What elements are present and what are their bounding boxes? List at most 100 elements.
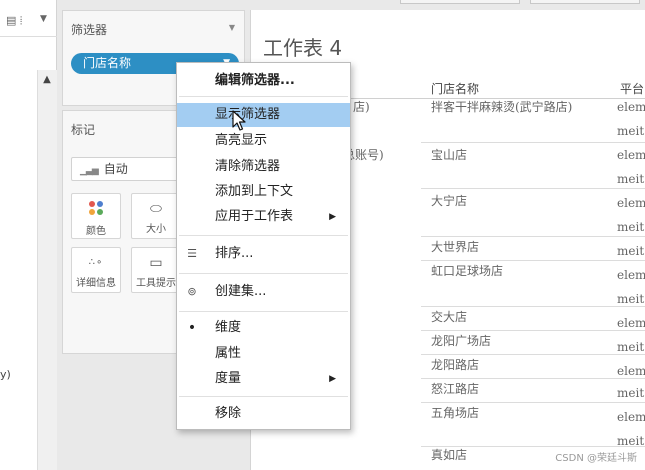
menu-item-dimension[interactable]: • 维度 xyxy=(177,316,350,340)
divider xyxy=(0,36,57,37)
store-name-cell[interactable]: 交大店 xyxy=(431,308,467,325)
store-name-cell[interactable]: 拌客干拌麻辣烫(武宁路店) xyxy=(431,98,572,115)
menu-item-sort[interactable]: ☰ 排序... xyxy=(177,242,350,266)
menu-item-label: 添加到上下文 xyxy=(215,184,294,199)
store-name-cell[interactable]: 龙阳广场店 xyxy=(431,332,491,349)
store-name-cell[interactable]: 怒江路店 xyxy=(431,380,479,397)
row-divider xyxy=(421,378,645,379)
color-button[interactable]: 颜色 xyxy=(71,193,121,239)
row-divider xyxy=(421,236,645,237)
platform-cell[interactable]: meit xyxy=(617,172,644,186)
menu-item-label: 创建集... xyxy=(215,284,267,299)
menu-item-remove[interactable]: 移除 xyxy=(177,402,350,426)
column-header-platform[interactable]: 平台 xyxy=(620,80,644,97)
platform-cell[interactable]: meit xyxy=(617,220,644,234)
sheet-tab[interactable] xyxy=(400,0,520,4)
submenu-arrow-icon: ▶ xyxy=(329,374,336,384)
filter-pill-label: 门店名称 xyxy=(83,56,132,70)
sheet-tab[interactable] xyxy=(530,0,640,4)
platform-cell[interactable]: meit xyxy=(617,292,644,306)
menu-item-label: 编辑筛选器... xyxy=(215,73,295,88)
scroll-up-icon[interactable]: ▲ xyxy=(37,70,57,90)
watermark-text: CSDN @荣廷斗斯 xyxy=(555,453,637,464)
tooltip-button-label: 工具提示 xyxy=(136,278,176,289)
detail-icon: ∴∘ xyxy=(88,257,104,268)
menu-item-edit-filter[interactable]: 编辑筛选器... xyxy=(177,69,350,93)
chevron-down-icon[interactable]: ▼ xyxy=(229,23,235,32)
submenu-arrow-icon: ▶ xyxy=(329,212,336,222)
row-divider xyxy=(421,260,645,261)
menu-item-highlight[interactable]: 高亮显示 xyxy=(177,129,350,153)
menu-divider xyxy=(179,311,348,312)
menu-item-label: 度量 xyxy=(215,371,242,386)
row-divider xyxy=(421,306,645,307)
worksheet-title: 工作表 4 xyxy=(263,36,343,60)
menu-item-label: 高亮显示 xyxy=(215,133,268,148)
mark-type-select[interactable]: ▁▃▅ 自动 xyxy=(71,157,191,181)
row-divider xyxy=(421,142,645,143)
row-divider xyxy=(421,330,645,331)
menu-divider xyxy=(179,96,348,97)
menu-item-label: 排序... xyxy=(215,246,254,261)
menu-item-add-to-context[interactable]: 添加到上下文 xyxy=(177,180,350,204)
marks-card-title: 标记 xyxy=(71,123,96,137)
store-name-cell[interactable]: 大宁店 xyxy=(431,192,467,209)
size-button-label: 大小 xyxy=(146,224,166,235)
platform-cell[interactable]: elem xyxy=(617,148,645,162)
menu-item-create-set[interactable]: ⊚ 创建集... xyxy=(177,280,350,304)
store-name-cell[interactable]: 大世界店 xyxy=(431,238,479,255)
menu-item-label: 移除 xyxy=(215,406,242,421)
data-pane: ▤ ⦙ ▼ ▲ y) xyxy=(0,0,57,470)
store-name-cell[interactable]: 真如店 xyxy=(431,446,467,463)
menu-item-attribute[interactable]: 属性 xyxy=(177,342,350,366)
list-view-icon[interactable]: ▤ ⦙ xyxy=(6,14,22,28)
scrollbar[interactable] xyxy=(37,70,57,470)
bar-chart-icon: ▁▃▅ xyxy=(80,166,99,176)
menu-item-measure[interactable]: 度量 ▶ xyxy=(177,367,350,391)
menu-item-apply-to-worksheets[interactable]: 应用于工作表 ▶ xyxy=(177,205,350,229)
detail-button[interactable]: ∴∘ 详细信息 xyxy=(71,247,121,293)
platform-cell[interactable]: elem xyxy=(617,268,645,282)
color-icon xyxy=(89,201,103,215)
row-divider xyxy=(421,188,645,189)
tooltip-icon: ▭ xyxy=(149,255,163,271)
platform-cell[interactable]: meit xyxy=(617,340,644,354)
row-header-fragment: 店) xyxy=(353,100,370,114)
store-name-cell[interactable]: 五角场店 xyxy=(431,404,479,421)
mark-type-value: 自动 xyxy=(103,162,128,176)
filter-context-menu: 编辑筛选器... 显示筛选器 高亮显示 清除筛选器 添加到上下文 应用于工作表 ▶… xyxy=(176,62,351,430)
mouse-cursor-icon xyxy=(232,110,246,131)
column-header-store[interactable]: 门店名称 xyxy=(431,80,479,97)
menu-divider xyxy=(179,273,348,274)
store-name-cell[interactable]: 虹口足球场店 xyxy=(431,262,503,279)
sort-icon: ☰ xyxy=(187,247,197,260)
platform-cell[interactable]: elem xyxy=(617,100,645,114)
chevron-down-icon[interactable]: ▼ xyxy=(40,14,47,24)
menu-item-label: 属性 xyxy=(215,346,242,361)
color-button-label: 颜色 xyxy=(86,226,106,237)
platform-cell[interactable]: elem xyxy=(617,410,645,424)
menu-item-label: 应用于工作表 xyxy=(215,209,294,224)
menu-divider xyxy=(179,235,348,236)
row-divider xyxy=(421,354,645,355)
tooltip-button[interactable]: ▭ 工具提示 xyxy=(131,247,181,293)
platform-cell[interactable]: elem xyxy=(617,196,645,210)
platform-cell[interactable]: elem xyxy=(617,364,645,378)
platform-cell[interactable]: meit xyxy=(617,124,644,138)
size-button[interactable]: ⬭ 大小 xyxy=(131,193,181,239)
menu-divider xyxy=(179,396,348,397)
detail-button-label: 详细信息 xyxy=(76,278,116,289)
create-set-icon: ⊚ xyxy=(187,285,197,298)
menu-item-show-filter[interactable]: 显示筛选器 xyxy=(177,103,350,127)
platform-cell[interactable]: meit xyxy=(617,244,644,258)
row-divider xyxy=(421,446,645,447)
store-name-cell[interactable]: 宝山店 xyxy=(431,146,467,163)
menu-item-clear-filter[interactable]: 清除筛选器 xyxy=(177,155,350,179)
store-name-cell[interactable]: 龙阳路店 xyxy=(431,356,479,373)
platform-cell[interactable]: elem xyxy=(617,316,645,330)
sheet-tab-strip xyxy=(250,0,645,10)
platform-cell[interactable]: meit xyxy=(617,386,644,400)
size-icon: ⬭ xyxy=(150,201,162,217)
menu-item-label: 清除筛选器 xyxy=(215,159,281,174)
field-label-partial: y) xyxy=(0,368,11,381)
